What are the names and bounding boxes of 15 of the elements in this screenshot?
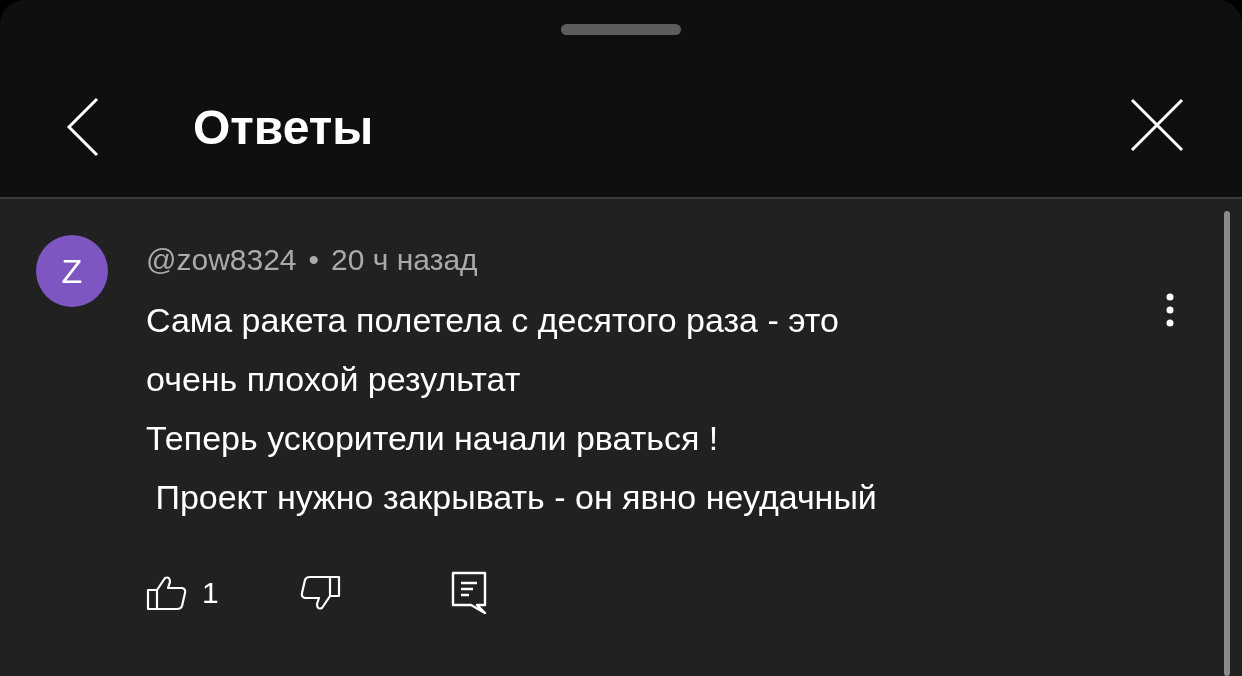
more-options-icon[interactable] (1166, 293, 1174, 327)
reply-icon[interactable] (450, 571, 487, 615)
dislike-icon[interactable] (298, 575, 341, 611)
meta-separator: • (308, 243, 320, 277)
drag-handle[interactable] (561, 24, 681, 35)
comment-author[interactable]: @zow8324 (146, 243, 297, 277)
sheet-title: Ответы (193, 99, 375, 155)
avatar[interactable]: Z (36, 235, 108, 307)
like-count: 1 (202, 576, 219, 610)
close-icon[interactable] (1130, 98, 1184, 152)
like-icon[interactable] (146, 575, 188, 611)
scrollbar[interactable] (1224, 211, 1230, 676)
comment-text: Сама ракета полетела с десятого раза - это очень плохой результат Теперь ускорители начали рваться ! Проект нужно закрывать - он явно неудачный (146, 300, 878, 518)
comment-time: 20 ч назад (331, 243, 478, 277)
back-icon[interactable] (66, 97, 100, 157)
